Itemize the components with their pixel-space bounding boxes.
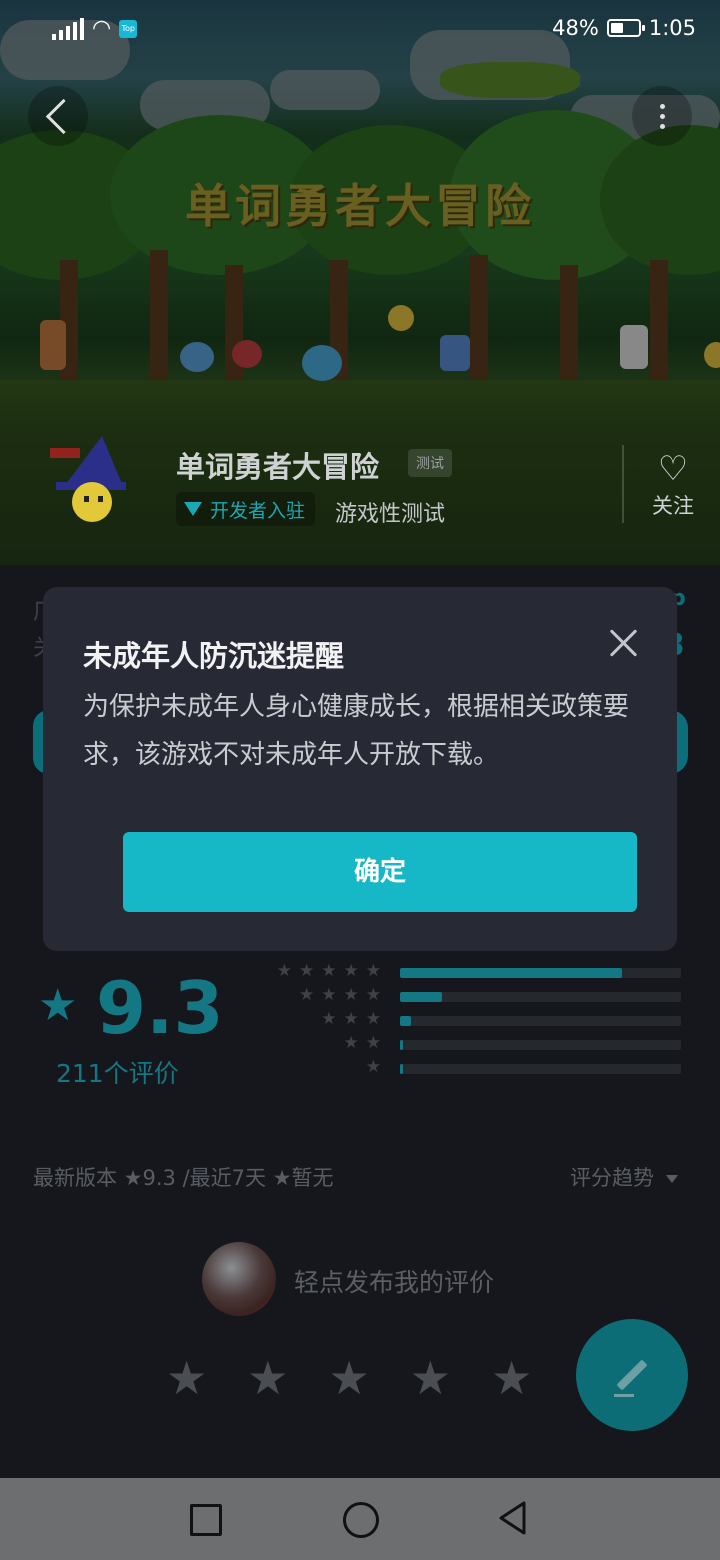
pen-icon <box>616 1359 648 1391</box>
distribution-bar <box>400 992 443 1002</box>
rate-stars[interactable]: ★ ★ ★ ★ ★ <box>166 1355 532 1401</box>
test-tag: 测试 <box>408 449 452 477</box>
write-review-button[interactable] <box>576 1319 688 1431</box>
star-2-icon[interactable]: ★ <box>247 1355 288 1401</box>
divider <box>622 445 624 523</box>
version-rating: 最新版本 ★9.3 /最近7天 ★暂无 <box>33 1166 334 1190</box>
stars-icon: ★★ <box>343 1033 388 1053</box>
stars-icon: ★★★★ <box>299 985 388 1005</box>
stars-icon: ★★★ <box>321 1009 388 1029</box>
post-review-hint[interactable]: 轻点发布我的评价 <box>294 1263 494 1299</box>
status-bar: ◠ Top 48% 1:05 <box>0 0 720 62</box>
distribution-row-4: ★★★★ <box>0 985 720 1008</box>
distribution-bar <box>400 1040 403 1050</box>
more-button[interactable] <box>632 86 692 146</box>
distribution-bar <box>400 968 622 978</box>
app-icon <box>46 432 142 528</box>
diamond-icon <box>184 502 202 516</box>
star-1-icon[interactable]: ★ <box>166 1355 207 1401</box>
distribution-track <box>400 1016 681 1026</box>
distribution-bar <box>400 1064 403 1074</box>
more-vertical-icon <box>659 103 665 129</box>
chevron-left-icon <box>45 98 81 134</box>
clock: 1:05 <box>648 16 696 40</box>
anti-addiction-dialog: 未成年人防沉迷提醒 为保护未成年人身心健康成长，根据相关政策要求，该游戏不对未成… <box>43 587 677 951</box>
developer-badge[interactable]: 开发者入驻 <box>176 492 316 526</box>
trend-label: 评分趋势 <box>570 1166 654 1190</box>
battery-icon <box>606 19 645 37</box>
home-icon[interactable] <box>343 1502 379 1538</box>
stars-icon: ★★★★★ <box>276 961 388 981</box>
distribution-row-2: ★★ <box>0 1033 720 1056</box>
back-button[interactable] <box>28 86 88 146</box>
distribution-track <box>400 1040 681 1050</box>
signal-icon <box>52 17 84 40</box>
rating-trend-dropdown[interactable]: 评分趋势 <box>570 1162 678 1192</box>
wifi-icon: ◠ <box>92 16 112 41</box>
star-3-icon[interactable]: ★ <box>329 1355 370 1401</box>
dialog-title: 未成年人防沉迷提醒 <box>83 639 345 673</box>
distribution-track <box>400 992 681 1002</box>
follow-button[interactable]: ♡ 关注 <box>643 450 703 520</box>
battery-percent: 48% <box>552 16 599 40</box>
back-triangle-icon[interactable] <box>498 1500 528 1536</box>
star-5-icon[interactable]: ★ <box>491 1355 532 1401</box>
stars-icon: ★ <box>365 1057 388 1077</box>
star-4-icon[interactable]: ★ <box>410 1355 451 1401</box>
follow-label: 关注 <box>652 494 694 518</box>
caret-down-icon <box>666 1175 678 1183</box>
distribution-row-1: ★ <box>0 1057 720 1080</box>
distribution-bar <box>400 1016 412 1026</box>
app-name: 单词勇者大冒险 <box>176 450 380 484</box>
distribution-row-5: ★★★★★ <box>0 961 720 984</box>
distribution-row-3: ★★★ <box>0 1009 720 1032</box>
confirm-button[interactable]: 确定 <box>123 832 637 912</box>
developer-badge-label: 开发者入驻 <box>210 499 306 522</box>
avatar[interactable] <box>202 1242 276 1316</box>
close-icon[interactable] <box>603 623 643 663</box>
dialog-message: 为保护未成年人身心健康成长，根据相关政策要求，该游戏不对未成年人开放下载。 <box>83 692 630 770</box>
distribution-track <box>400 1064 681 1074</box>
distribution-track <box>400 968 681 978</box>
test-type: 游戏性测试 <box>335 502 446 527</box>
network-badge: Top <box>119 19 138 38</box>
recent-apps-icon[interactable] <box>190 1504 222 1536</box>
heart-plus-icon: ♡ <box>657 449 689 489</box>
